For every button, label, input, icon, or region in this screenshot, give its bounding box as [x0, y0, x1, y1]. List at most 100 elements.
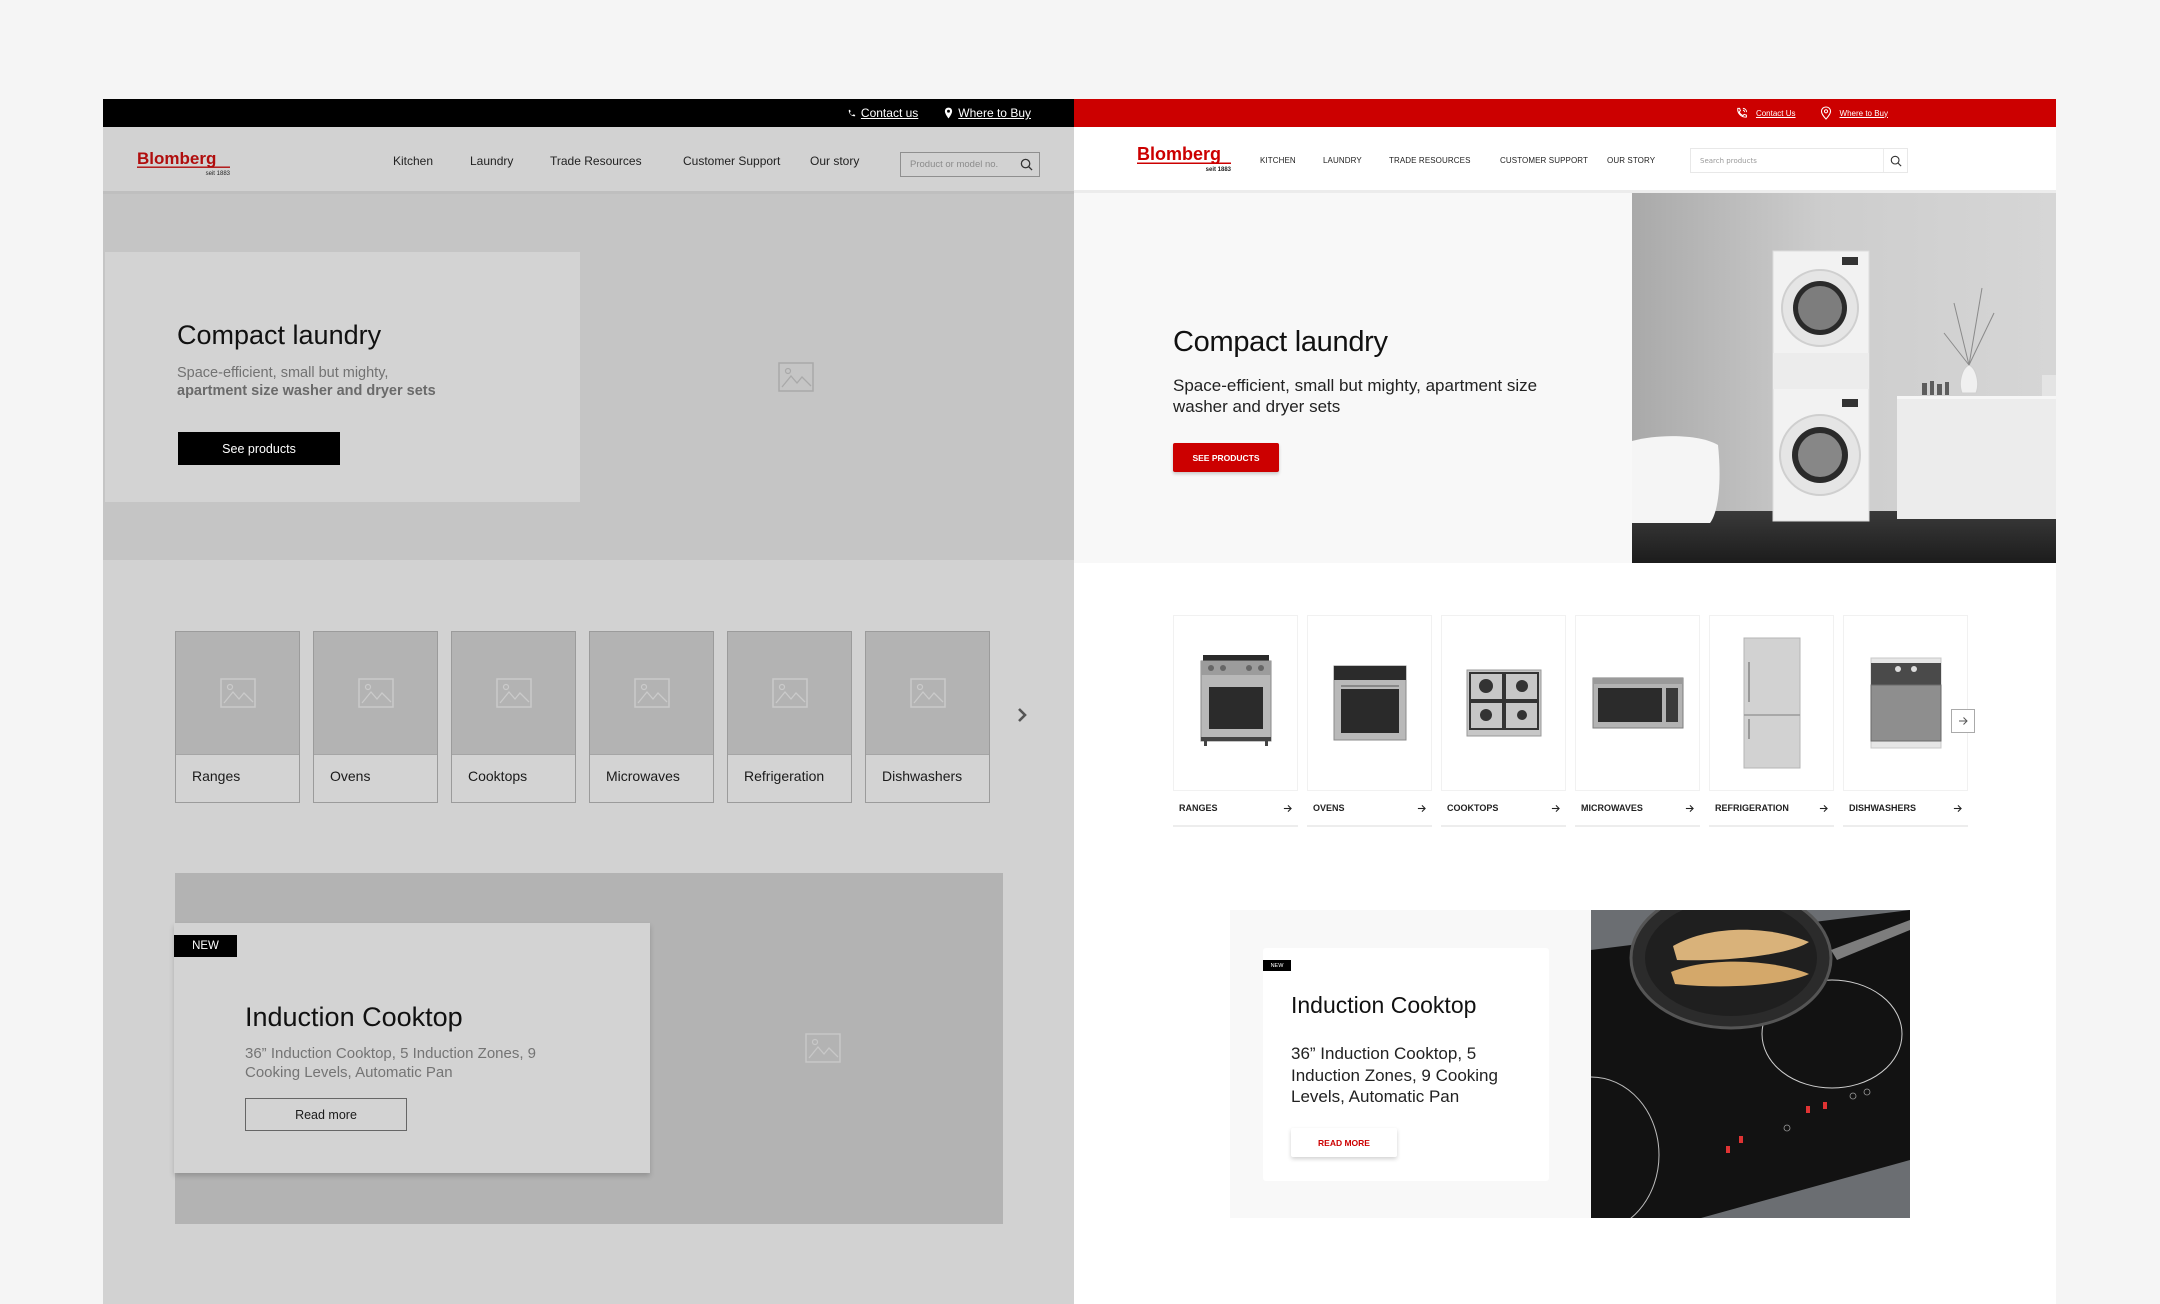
- design-category-card[interactable]: OVENS: [1307, 615, 1432, 827]
- design-category-link[interactable]: DISHWASHERS: [1843, 791, 1968, 827]
- location-pin-icon: [945, 107, 953, 119]
- design-search-input[interactable]: Search products: [1690, 148, 1908, 173]
- design-category-label: OVENS: [1313, 803, 1345, 813]
- wire-promo-card: NEW Induction Cooktop 36” Induction Cook…: [174, 923, 650, 1173]
- wire-logo[interactable]: Blomberg seit 1883: [137, 149, 233, 182]
- wire-hero-subtitle: Space-efficient, small but mighty, apart…: [177, 364, 436, 400]
- design-category-image: [1843, 615, 1968, 791]
- wire-nav-kitchen[interactable]: Kitchen: [393, 154, 433, 168]
- design-nav-laundry[interactable]: LAUNDRY: [1323, 156, 1362, 165]
- design-nav-our-story[interactable]: OUR STORY: [1607, 156, 1655, 165]
- image-placeholder-icon: [778, 362, 814, 392]
- arrow-right-icon: [1417, 804, 1426, 812]
- design-category-link[interactable]: OVENS: [1307, 791, 1432, 827]
- wire-category-card[interactable]: Ovens: [313, 631, 438, 803]
- search-icon: [1890, 155, 1902, 167]
- wire-category-label: Cooktops: [468, 768, 528, 784]
- design-category-image: [1709, 615, 1834, 791]
- design-promo-description: 36” Induction Cooktop, 5 Induction Zones…: [1291, 1044, 1498, 1106]
- arrow-right-icon: [1953, 804, 1962, 812]
- wireframe-page: Contact us Where to Buy Blomberg seit 18…: [103, 99, 1074, 1304]
- design-category-carousel: RANGES OVENS COOKTOPS MICROWAVES REFRIGERATI…: [1173, 615, 1968, 827]
- design-where-to-buy-label: Where to Buy: [1839, 108, 1888, 118]
- arrow-right-icon: [1819, 804, 1828, 812]
- design-logo[interactable]: Blomberg seit 1883: [1137, 144, 1233, 179]
- dishwasher-product-image: [1870, 657, 1941, 749]
- design-hero-subtitle: Space-efficient, small but mighty, apart…: [1173, 376, 1538, 416]
- wire-nav-customer-support[interactable]: Customer Support: [683, 154, 780, 168]
- design-category-link[interactable]: REFRIGERATION: [1709, 791, 1834, 827]
- wire-contact-label: Contact us: [860, 106, 919, 120]
- wire-category-card[interactable]: Refrigeration: [727, 631, 852, 803]
- design-utility-bar: Contact Us Where to Buy: [1074, 99, 2056, 127]
- wire-category-label: Ovens: [330, 768, 371, 784]
- design-category-card[interactable]: REFRIGERATION: [1709, 615, 1834, 827]
- design-nav-customer-support[interactable]: CUSTOMER SUPPORT: [1500, 156, 1588, 165]
- microwave-product-image: [1592, 677, 1683, 729]
- design-category-image: [1307, 615, 1432, 791]
- design-category-card[interactable]: DISHWASHERS: [1843, 615, 1968, 827]
- wire-category-image: [176, 632, 299, 755]
- design-nav-trade-resources[interactable]: TRADE RESOURCES: [1389, 156, 1471, 165]
- wire-see-products-button[interactable]: See products: [178, 432, 340, 465]
- design-category-label: DISHWASHERS: [1849, 803, 1917, 813]
- design-logo-tagline: seit 1883: [1206, 167, 1232, 173]
- wire-read-more-button[interactable]: Read more: [245, 1098, 407, 1131]
- oven-product-image: [1333, 665, 1406, 741]
- design-category-label: COOKTOPS: [1447, 803, 1499, 813]
- design-category-card[interactable]: COOKTOPS: [1441, 615, 1566, 827]
- wire-category-card[interactable]: Microwaves: [589, 631, 714, 803]
- wire-search-input[interactable]: Product or model no.: [900, 152, 1040, 177]
- wire-hero-subtitle-line2: apartment size washer and dryer sets: [177, 383, 436, 399]
- design-category-label: RANGES: [1179, 803, 1218, 813]
- wire-hero-card: Compact laundry Space-efficient, small b…: [105, 252, 580, 502]
- design-where-to-buy-link[interactable]: Where to Buy: [1820, 106, 1888, 120]
- wire-category-label: Refrigeration: [744, 768, 825, 784]
- design-new-badge: NEW: [1263, 960, 1291, 971]
- image-placeholder-icon: [805, 1033, 841, 1063]
- search-icon[interactable]: [1020, 158, 1033, 171]
- design-category-link[interactable]: MICROWAVES: [1575, 791, 1700, 827]
- arrow-right-icon: [1283, 804, 1292, 812]
- design-carousel-next-button[interactable]: [1951, 709, 1975, 733]
- image-placeholder-icon: [909, 678, 946, 708]
- wire-utility-bar: Contact us Where to Buy: [103, 99, 1074, 127]
- design-category-link[interactable]: COOKTOPS: [1441, 791, 1566, 827]
- wire-promo-banner: NEW Induction Cooktop 36” Induction Cook…: [174, 873, 1003, 1224]
- image-placeholder-icon: [219, 678, 256, 708]
- wire-contact-link[interactable]: Contact us: [847, 106, 918, 120]
- wire-where-to-buy-link[interactable]: Where to Buy: [944, 106, 1031, 120]
- design-promo-card: NEW Induction Cooktop 36” Induction Cook…: [1263, 948, 1549, 1181]
- wire-category-image: [590, 632, 713, 755]
- design-category-image: [1575, 615, 1700, 791]
- image-placeholder-icon: [633, 678, 670, 708]
- wire-nav-laundry[interactable]: Laundry: [470, 154, 513, 168]
- design-category-card[interactable]: MICROWAVES: [1575, 615, 1700, 827]
- wire-nav-our-story[interactable]: Our story: [810, 154, 859, 168]
- wire-logo-tagline: seit 1883: [206, 171, 231, 177]
- wire-category-card[interactable]: Dishwashers: [865, 631, 990, 803]
- promo-cooktop-photo: [1591, 910, 1910, 1218]
- design-contact-link[interactable]: Contact Us: [1735, 107, 1796, 120]
- design-header: Blomberg seit 1883 KITCHEN LAUNDRY TRADE…: [1074, 127, 2056, 193]
- design-category-link[interactable]: RANGES: [1173, 791, 1298, 827]
- hero-laundry-photo: [1632, 193, 2056, 563]
- wire-category-image: [314, 632, 437, 755]
- design-category-label: REFRIGERATION: [1715, 803, 1789, 813]
- design-search-button[interactable]: [1883, 149, 1907, 172]
- wire-nav-trade-resources[interactable]: Trade Resources: [550, 154, 642, 168]
- design-see-products-button[interactable]: SEE PRODUCTS: [1173, 443, 1279, 472]
- design-page: Contact Us Where to Buy Blomberg seit 18…: [1074, 99, 2056, 1304]
- wire-where-to-buy-label: Where to Buy: [958, 106, 1031, 120]
- wire-category-card[interactable]: Ranges: [175, 631, 300, 803]
- design-nav-kitchen[interactable]: KITCHEN: [1260, 156, 1296, 165]
- wire-hero-title: Compact laundry: [177, 320, 382, 350]
- wire-category-card[interactable]: Cooktops: [451, 631, 576, 803]
- design-read-more-button[interactable]: READ MORE: [1291, 1128, 1397, 1157]
- refrigerator-product-image: [1743, 637, 1800, 769]
- design-category-card[interactable]: RANGES: [1173, 615, 1298, 827]
- design-promo-banner: NEW Induction Cooktop 36” Induction Cook…: [1230, 910, 1910, 1218]
- image-placeholder-icon: [771, 678, 808, 708]
- wire-search-placeholder: Product or model no.: [910, 159, 999, 170]
- chevron-right-icon[interactable]: [1016, 707, 1028, 723]
